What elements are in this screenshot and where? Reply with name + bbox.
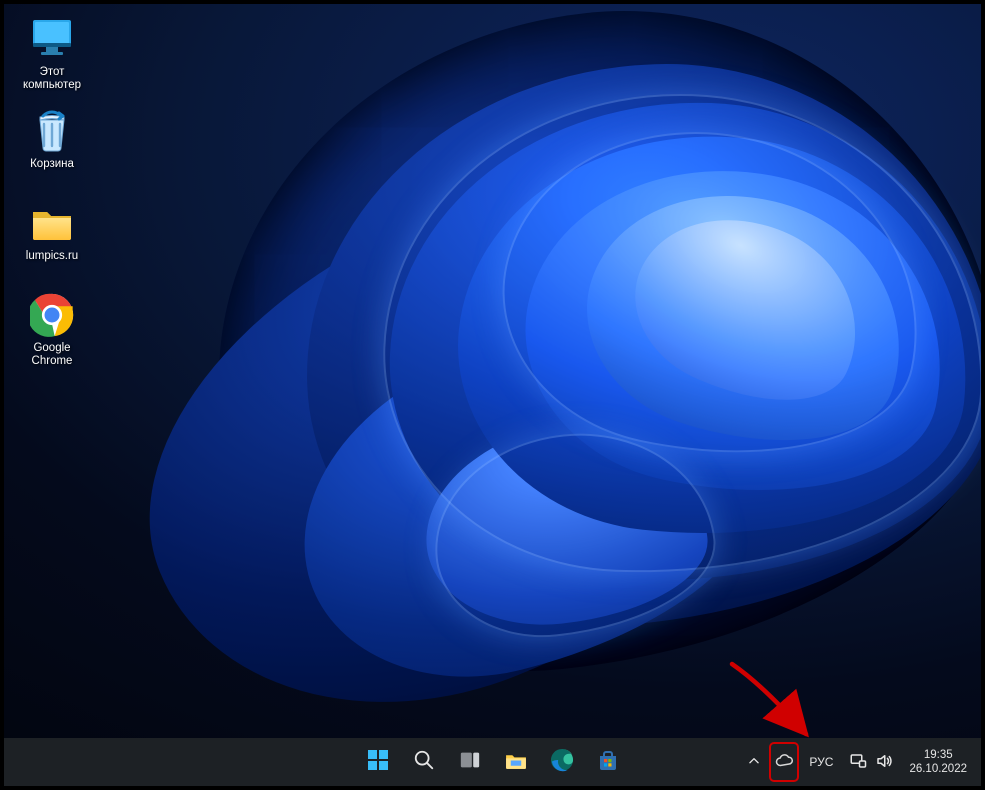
desktop-icon-chrome[interactable]: Google Chrome	[12, 292, 92, 376]
tray-overflow-button[interactable]	[743, 742, 765, 782]
language-indicator[interactable]: РУС	[803, 742, 839, 782]
desktop[interactable]: Этот компьютер Корзина	[4, 4, 981, 786]
desktop-icons: Этот компьютер Корзина	[12, 16, 102, 384]
desktop-icon-label: Корзина	[30, 158, 74, 171]
recycle-bin-icon	[29, 108, 75, 154]
microsoft-store-icon	[596, 748, 620, 777]
desktop-icon-label: Google Chrome	[12, 342, 92, 368]
taskview-icon	[459, 749, 481, 776]
language-label: РУС	[809, 755, 833, 769]
desktop-icon-recycle-bin[interactable]: Корзина	[12, 108, 92, 192]
wallpaper-bloom	[184, 4, 981, 784]
file-explorer-icon	[504, 748, 528, 777]
start-icon	[366, 748, 390, 777]
network-icon	[849, 752, 867, 773]
cloud-icon	[775, 752, 793, 773]
desktop-icon-this-pc[interactable]: Этот компьютер	[12, 16, 92, 100]
edge-button[interactable]	[542, 742, 582, 782]
onedrive-tray-icon[interactable]	[769, 742, 799, 782]
monitor-icon	[29, 16, 75, 62]
file-explorer-button[interactable]	[496, 742, 536, 782]
chevron-up-icon	[747, 754, 761, 771]
start-button[interactable]	[358, 742, 398, 782]
edge-icon	[550, 748, 574, 777]
annotation-arrow	[724, 656, 824, 746]
taskview-button[interactable]	[450, 742, 490, 782]
taskbar: РУС	[4, 738, 981, 786]
volume-icon	[875, 752, 893, 773]
desktop-icon-folder[interactable]: lumpics.ru	[12, 200, 92, 284]
quick-settings-button[interactable]	[843, 742, 899, 782]
search-icon	[413, 749, 435, 776]
clock-button[interactable]: 19:35 26.10.2022	[903, 742, 973, 782]
clock-time: 19:35	[924, 748, 953, 762]
folder-icon	[29, 200, 75, 246]
desktop-icon-label: lumpics.ru	[26, 250, 78, 263]
system-tray: РУС	[743, 738, 973, 786]
chrome-icon	[29, 292, 75, 338]
search-button[interactable]	[404, 742, 444, 782]
store-button[interactable]	[588, 742, 628, 782]
desktop-icon-label: Этот компьютер	[12, 66, 92, 92]
clock-date: 26.10.2022	[909, 762, 967, 776]
taskbar-center	[358, 742, 628, 782]
